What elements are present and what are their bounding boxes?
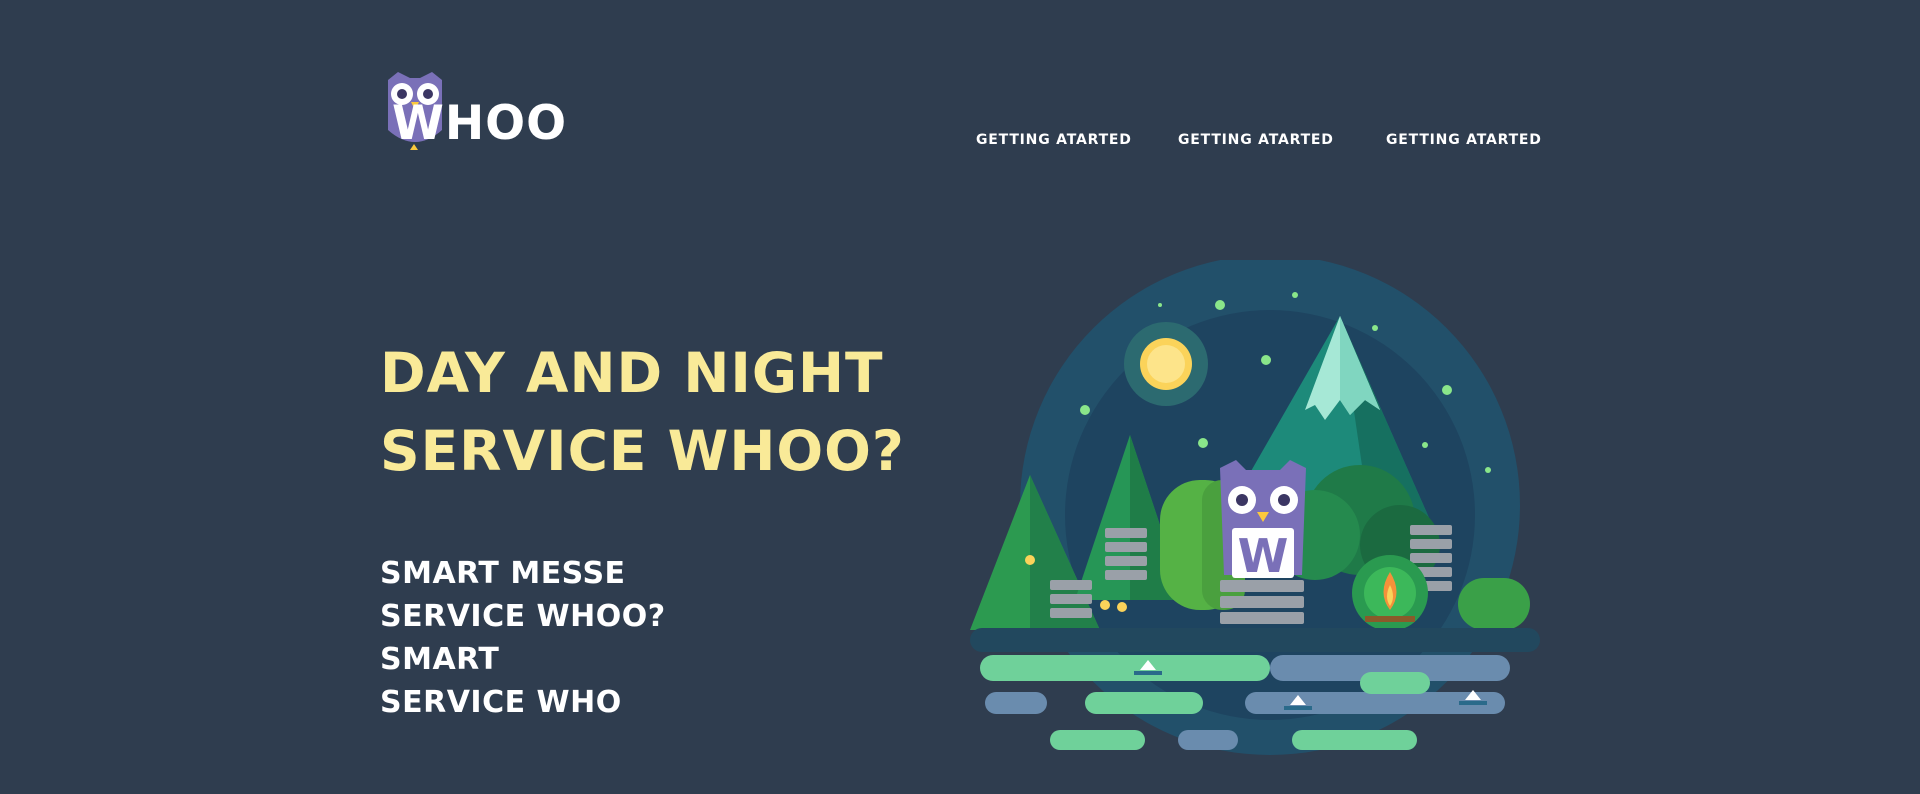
hero-title-line-1: DAY AND NIGHT: [380, 341, 884, 405]
nav-item-getting-started-1[interactable]: GETTING ATARTED: [976, 132, 1132, 148]
owl-letter: W: [1238, 529, 1289, 583]
hero-title-line-2: SERVICE WHOO?: [380, 419, 905, 483]
night-forest-illustration: W: [970, 260, 1540, 755]
bush-small-right: [1458, 578, 1530, 630]
hero-subtitle-line-4: SERVICE WHO: [380, 685, 622, 720]
moon: [1124, 322, 1208, 406]
nav-item-getting-started-2[interactable]: GETTING ATARTED: [1178, 132, 1334, 148]
hero-title: DAY AND NIGHT SERVICE WHOO?: [380, 334, 905, 490]
hero-subtitle-line-1: SMART MESSE: [380, 556, 626, 591]
hero-subtitle-line-3: SMART: [380, 642, 500, 677]
ground: [970, 628, 1540, 652]
logo[interactable]: WHOO: [380, 70, 580, 155]
campfire: [1352, 555, 1428, 631]
nav-item-getting-started-3[interactable]: GETTING ATARTED: [1386, 132, 1542, 148]
brand-name: WHOO: [392, 96, 568, 151]
hero-subtitle: SMART MESSE SERVICE WHOO? SMART SERVICE …: [380, 552, 666, 724]
owl-mascot: W: [1220, 460, 1306, 583]
hero-subtitle-line-2: SERVICE WHOO?: [380, 599, 666, 634]
